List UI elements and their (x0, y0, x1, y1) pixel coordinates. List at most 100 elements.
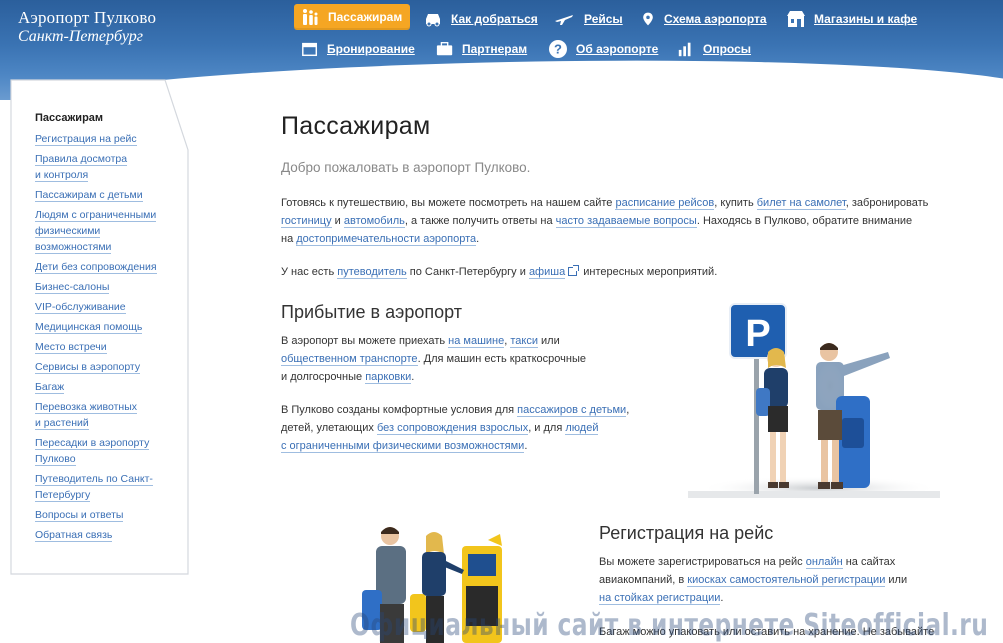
text: , (626, 404, 630, 416)
parking-sign-letter: P (745, 313, 770, 355)
watermark: Официальный сайт в интернете Siteofficia… (350, 608, 989, 643)
sidebar-item-label: возможностями (35, 241, 112, 254)
sidebar-item-label: Вопросы и ответы (35, 509, 124, 522)
text: , а также получить ответы на (404, 215, 556, 227)
link-parking[interactable]: парковки (365, 371, 412, 384)
sidebar-item[interactable]: Багаж (35, 379, 175, 395)
guide-paragraph: У нас есть путеводитель по Санкт-Петербу… (281, 263, 961, 281)
link-poster[interactable]: афиша (528, 266, 566, 279)
intro-paragraph: Готовясь к путешествию, вы можете посмот… (281, 194, 961, 248)
logo-subtitle: Санкт-Петербург (18, 28, 143, 45)
link-car[interactable]: автомобиль (343, 215, 405, 228)
sidebar-item[interactable]: Путеводитель по Санкт- Петербургу (35, 471, 175, 503)
link-hotel[interactable]: гостиницу (281, 215, 332, 228)
sidebar-item[interactable]: Обратная связь (35, 527, 175, 543)
nav-partners[interactable]: Партнерам (436, 40, 527, 58)
link-by-car[interactable]: на машине (448, 335, 505, 348)
sidebar-item[interactable]: Перевозка животных и растений (35, 399, 175, 431)
sidebar-item[interactable]: Место встречи (35, 339, 175, 355)
man-shorts (818, 410, 842, 440)
sidebar-item-label: Регистрация на рейс (35, 133, 137, 146)
link-passengers-with-children[interactable]: пассажиров с детьми (517, 404, 627, 417)
comfort-paragraph: В Пулково созданы комфортные условия для… (281, 401, 661, 455)
sidebar-item-label: Место встречи (35, 341, 107, 354)
link-disabilities[interactable]: с ограниченными физическими возможностям… (281, 440, 525, 453)
sidebar-item[interactable]: Пересадки в аэропорту Пулково (35, 435, 175, 467)
link-checkin-desks[interactable]: на стойках регистрации (599, 592, 721, 605)
link-faq[interactable]: часто задаваемые вопросы (555, 215, 697, 228)
nav-booking[interactable]: Бронирование (301, 40, 415, 58)
sidebar-item[interactable]: Сервисы в аэропорту (35, 359, 175, 375)
site-logo[interactable]: Аэропорт Пулково Санкт-Петербург (18, 8, 156, 46)
woman-shorts (768, 406, 788, 432)
sidebar-item-label: Пулково (35, 453, 76, 466)
text: детей, улетающих (281, 422, 377, 434)
nav-airport-map[interactable]: Схема аэропорта (640, 10, 767, 28)
link-guide[interactable]: путеводитель (337, 266, 407, 279)
sidebar-item[interactable]: Дети без сопровождения (35, 259, 175, 275)
sidebar-item[interactable]: Медицинская помощь (35, 319, 175, 335)
text: . Находясь в Пулково, обратите внимание (696, 215, 913, 227)
nav-passengers-label: Пассажирам (328, 10, 403, 24)
svg-text:?: ? (554, 42, 562, 57)
parking-illustration: P (688, 303, 940, 500)
sidebar-item-label: и контроля (35, 169, 89, 182)
man-arm (840, 352, 890, 376)
text: В аэропорт вы можете приехать (281, 335, 449, 347)
link-online[interactable]: онлайн (805, 556, 843, 569)
sidebar-title: Пассажирам (35, 112, 104, 124)
link-unaccompanied-minors[interactable]: без сопровождения взрослых (376, 422, 529, 435)
nav-polls[interactable]: Опросы (677, 40, 751, 58)
car-icon (426, 14, 440, 27)
nav-shops[interactable]: Магазины и кафе (786, 10, 917, 28)
nav-how-to-get[interactable]: Как добраться (423, 10, 538, 28)
sidebar-item-label: Людям с ограниченными (35, 209, 157, 222)
question-icon: ? (549, 40, 567, 58)
nav-about-label: Об аэропорте (576, 42, 659, 56)
text: . (524, 440, 528, 452)
welcome-lead: Добро пожаловать в аэропорт Пулково. (281, 160, 531, 175)
nav-airport-map-label: Схема аэропорта (664, 12, 767, 26)
text: У нас есть (281, 266, 338, 278)
map-pin-icon (643, 12, 653, 26)
link-taxi[interactable]: такси (510, 335, 538, 348)
sidebar-item-label: Путеводитель по Санкт- (35, 473, 153, 486)
sidebar-item-label: и растений (35, 417, 89, 430)
briefcase-icon (436, 42, 453, 56)
link-people[interactable]: людей (565, 422, 599, 435)
text: , забронировать (845, 197, 929, 209)
sidebar-item[interactable]: VIP-обслуживание (35, 299, 175, 315)
link-buy-ticket[interactable]: билет на самолет (756, 197, 846, 210)
sidebar-item[interactable]: Бизнес-салоны (35, 279, 175, 295)
sidebar-menu: Пассажирам Регистрация на рейс Правила до… (35, 112, 175, 547)
nav-about[interactable]: ? Об аэропорте (548, 39, 658, 59)
link-public-transport[interactable]: общественном транспорте (281, 353, 418, 366)
sidebar-item[interactable]: Вопросы и ответы (35, 507, 175, 523)
text: В Пулково созданы комфортные условия для (281, 404, 518, 416)
kiosk-screen (468, 554, 496, 576)
sidebar-item[interactable]: Людям с ограниченными физическими возможно… (35, 207, 175, 255)
sidebar-item-label: Пересадки в аэропорту (35, 437, 150, 450)
sidebar: Пассажирам Регистрация на рейс Правила до… (10, 78, 190, 578)
link-schedule[interactable]: расписание рейсов (615, 197, 715, 210)
sidebar-item-label: Петербургу (35, 489, 91, 502)
text: Готовясь к путешествию, вы можете посмот… (281, 197, 616, 209)
text: . (411, 371, 415, 383)
nav-flights[interactable]: Рейсы (552, 10, 623, 28)
link-self-checkin-kiosks[interactable]: киосках самостоятельной регистрации (687, 574, 886, 587)
sidebar-item-label: Дети без сопровождения (35, 261, 157, 274)
page-title: Пассажирам (281, 112, 431, 140)
nav-polls-label: Опросы (703, 42, 752, 56)
text: Вы можете зарегистрироваться на рейс (599, 556, 806, 568)
link-sights[interactable]: достопримечательности аэропорта (296, 233, 477, 246)
sidebar-item[interactable]: Регистрация на рейс (35, 131, 175, 147)
sidebar-item-label: Медицинская помощь (35, 321, 143, 334)
sidebar-item[interactable]: Правила досмотра и контроля (35, 151, 175, 183)
calendar-icon (302, 42, 318, 57)
sidebar-item[interactable]: Пассажирам с детьми (35, 187, 175, 203)
main-content: Пассажирам (281, 112, 951, 141)
nav-passengers[interactable]: Пассажирам (294, 4, 411, 30)
sidebar-item-label: Бизнес-салоны (35, 281, 110, 294)
text: . (720, 592, 724, 604)
nav-booking-label: Бронирование (327, 42, 415, 56)
